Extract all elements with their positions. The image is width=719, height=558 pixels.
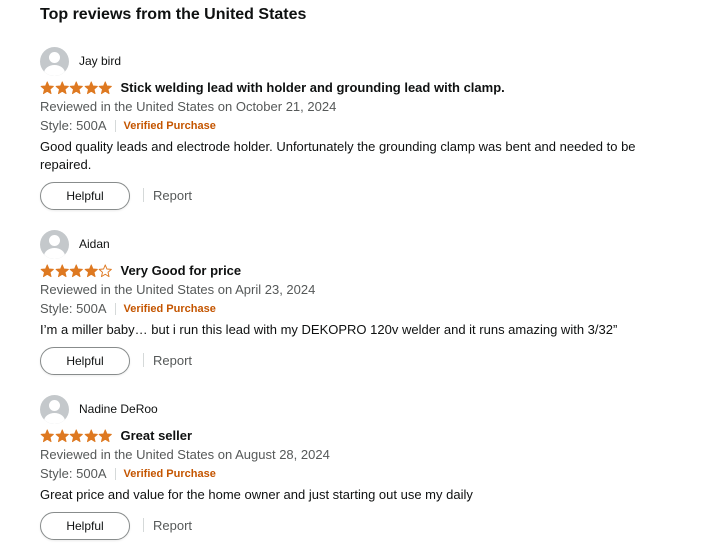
divider xyxy=(143,353,144,367)
star-filled-icon xyxy=(55,428,69,442)
reviewer-name: Nadine DeRoo xyxy=(79,402,158,416)
avatar-icon xyxy=(40,229,69,259)
review-style[interactable]: Style: 500A xyxy=(40,301,107,316)
divider xyxy=(114,119,116,132)
verified-purchase-badge: Verified Purchase xyxy=(123,302,216,315)
page-title: Top reviews from the United States xyxy=(40,6,307,23)
star-filled-icon xyxy=(40,428,54,442)
star-filled-icon xyxy=(69,263,83,277)
star-rating[interactable] xyxy=(40,428,113,443)
star-rating[interactable] xyxy=(40,80,113,95)
review-body: Great price and value for the home owner… xyxy=(40,487,473,502)
review-title[interactable]: Great seller xyxy=(121,428,193,443)
star-filled-icon xyxy=(40,80,54,94)
divider xyxy=(114,302,116,315)
reviewer-profile[interactable]: Aidan xyxy=(40,229,110,259)
helpful-button[interactable]: Helpful xyxy=(40,182,130,210)
star-filled-icon xyxy=(40,263,54,277)
review-style[interactable]: Style: 500A xyxy=(40,466,107,481)
verified-purchase-badge: Verified Purchase xyxy=(123,467,216,480)
report-link[interactable]: Report xyxy=(153,353,192,368)
star-filled-icon xyxy=(98,80,112,94)
report-link[interactable]: Report xyxy=(153,188,192,203)
review-style[interactable]: Style: 500A xyxy=(40,118,107,133)
review-date: Reviewed in the United States on October… xyxy=(40,99,337,114)
divider xyxy=(143,518,144,532)
verified-purchase-badge: Verified Purchase xyxy=(123,119,216,132)
divider xyxy=(143,188,144,202)
reviewer-name: Jay bird xyxy=(79,54,122,68)
review-date: Reviewed in the United States on April 2… xyxy=(40,282,316,297)
star-filled-icon xyxy=(69,428,83,442)
review-date: Reviewed in the United States on August … xyxy=(40,447,330,462)
star-filled-icon xyxy=(55,80,69,94)
review-body: I’m a miller baby… but i run this lead w… xyxy=(40,322,618,337)
avatar-icon xyxy=(40,46,69,76)
report-link[interactable]: Report xyxy=(153,518,192,533)
avatar-icon xyxy=(40,394,69,424)
star-filled-icon xyxy=(84,80,98,94)
reviewer-profile[interactable]: Jay bird xyxy=(40,46,122,76)
star-filled-icon xyxy=(55,263,69,277)
reviewer-profile[interactable]: Nadine DeRoo xyxy=(40,394,158,424)
reviewer-name: Aidan xyxy=(79,237,110,251)
helpful-button[interactable]: Helpful xyxy=(40,347,130,375)
helpful-button[interactable]: Helpful xyxy=(40,512,130,540)
review-title[interactable]: Very Good for price xyxy=(121,263,242,278)
star-filled-icon xyxy=(69,80,83,94)
star-filled-icon xyxy=(84,263,98,277)
star-rating[interactable] xyxy=(40,263,113,278)
review-title[interactable]: Stick welding lead with holder and groun… xyxy=(121,80,505,95)
star-filled-icon xyxy=(98,428,112,442)
divider xyxy=(114,467,116,480)
star-empty-icon xyxy=(98,263,112,277)
star-filled-icon xyxy=(84,428,98,442)
review-body: Good quality leads and electrode holder.… xyxy=(40,139,636,172)
